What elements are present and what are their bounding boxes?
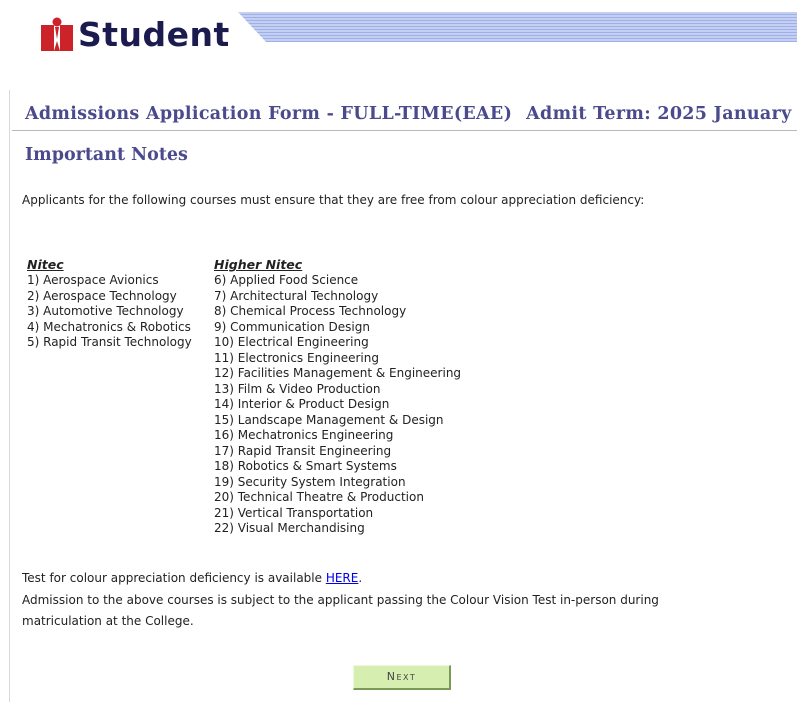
nitec-column: Nitec 1) Aerospace Avionics 2) Aerospace… <box>27 256 192 351</box>
list-item: 8) Chemical Process Technology <box>214 304 407 318</box>
form-title: Admissions Application Form - FULL-TIME(… <box>25 104 792 124</box>
admission-note: Admission to the above courses is subjec… <box>22 593 659 628</box>
list-item: 21) Vertical Transportation <box>214 505 374 520</box>
higher-nitec-heading: Higher Nitec <box>214 257 303 272</box>
admit-term: Admit Term: 2025 January <box>526 104 792 124</box>
list-item: 22) Visual Merchandising <box>214 521 365 535</box>
colour-test-text: Test for colour appreciation deficiency … <box>22 571 326 585</box>
list-item: 17) Rapid Transit Engineering <box>214 443 392 458</box>
header-banner: Student <box>0 0 797 66</box>
logo-figure-icon <box>41 17 73 51</box>
list-item: 18) Robotics & Smart Systems <box>214 459 397 473</box>
list-item: 14) Interior & Product Design <box>214 397 390 411</box>
title-divider <box>12 130 797 131</box>
list-item: 3) Automotive Technology <box>27 304 184 318</box>
list-item: 4) Mechatronics & Robotics <box>27 319 191 334</box>
logo-wordmark: Student <box>78 14 230 54</box>
list-item: 19) Security System Integration <box>214 474 406 489</box>
list-item: 7) Architectural Technology <box>214 288 379 303</box>
list-item: 12) Facilities Management & Engineering <box>214 366 462 380</box>
colour-test-note: Test for colour appreciation deficiency … <box>22 568 362 589</box>
nitec-list: 1) Aerospace Avionics 2) Aerospace Techn… <box>27 273 192 351</box>
list-item: 10) Electrical Engineering <box>214 335 369 349</box>
higher-nitec-column: Higher Nitec 6) Applied Food Science 7) … <box>214 256 461 537</box>
student-logo: Student <box>40 12 230 56</box>
colour-test-link[interactable]: HERE <box>326 571 359 585</box>
header-stripe <box>238 12 797 42</box>
colour-test-suffix: . <box>358 571 363 585</box>
list-item: 5) Rapid Transit Technology <box>27 335 192 349</box>
list-item: 9) Communication Design <box>214 319 370 334</box>
form-title-text: Admissions Application Form - FULL-TIME(… <box>25 104 513 124</box>
list-item: 1) Aerospace Avionics <box>27 273 159 287</box>
list-item: 13) Film & Video Production <box>214 381 381 396</box>
list-item: 2) Aerospace Technology <box>27 288 177 303</box>
list-item: 20) Technical Theatre & Production <box>214 490 424 504</box>
page-left-border <box>9 90 10 702</box>
nitec-heading: Nitec <box>27 257 64 272</box>
list-item: 16) Mechatronics Engineering <box>214 428 394 442</box>
next-button[interactable]: Next <box>353 665 451 690</box>
list-item: 6) Applied Food Science <box>214 273 359 287</box>
list-item: 15) Landscape Management & Design <box>214 412 444 427</box>
list-item: 11) Electronics Engineering <box>214 350 379 365</box>
intro-text: Applicants for the following courses mus… <box>22 193 645 207</box>
important-notes-heading: Important Notes <box>25 145 188 165</box>
higher-nitec-list: 6) Applied Food Science 7) Architectural… <box>214 273 461 537</box>
